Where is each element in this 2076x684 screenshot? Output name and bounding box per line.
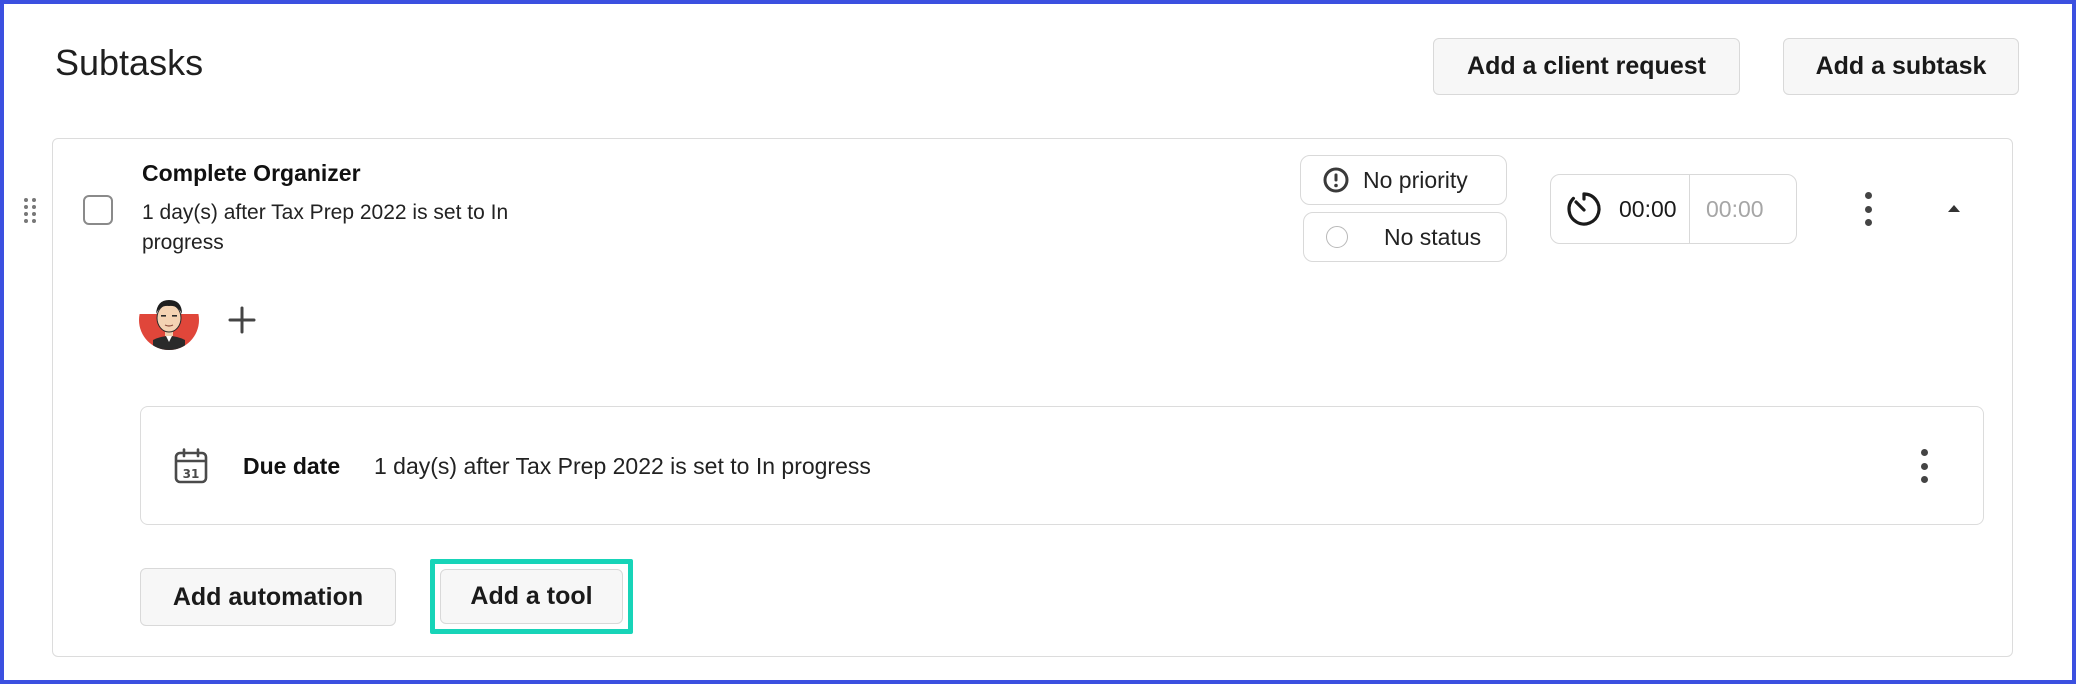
add-client-request-button[interactable]: Add a client request	[1433, 38, 1740, 95]
subtask-more-options-icon[interactable]	[1863, 192, 1873, 226]
priority-selector[interactable]: No priority	[1300, 155, 1507, 205]
add-tool-button[interactable]: Add a tool	[440, 569, 623, 624]
subtask-complete-checkbox[interactable]	[83, 195, 113, 225]
status-circle-icon	[1326, 226, 1348, 248]
calendar-icon: 31	[174, 448, 208, 489]
time-tracker: 00:00 00:00	[1550, 174, 1797, 244]
page-title: Subtasks	[55, 42, 204, 83]
exclamation-circle-icon	[1323, 167, 1349, 193]
add-assignee-plus-icon[interactable]	[226, 304, 258, 336]
stopwatch-icon[interactable]	[1565, 190, 1603, 228]
assignee-avatar[interactable]	[139, 290, 199, 350]
add-automation-button[interactable]: Add automation	[140, 568, 396, 626]
due-date-value: 1 day(s) after Tax Prep 2022 is set to I…	[374, 453, 871, 479]
status-selector[interactable]: No status	[1303, 212, 1507, 262]
status-label: No status	[1384, 223, 1482, 250]
due-date-more-options-icon[interactable]	[1919, 449, 1929, 483]
subtask-description: 1 day(s) after Tax Prep 2022 is set to I…	[142, 201, 509, 254]
priority-label: No priority	[1363, 166, 1468, 193]
timer-estimate[interactable]: 00:00	[1706, 196, 1764, 223]
svg-text:31: 31	[183, 467, 200, 481]
caret-up-icon[interactable]	[1946, 202, 1962, 221]
subtasks-panel: Subtasks Add a client request Add a subt…	[0, 0, 2076, 684]
add-subtask-button[interactable]: Add a subtask	[1783, 38, 2019, 95]
timer-elapsed[interactable]: 00:00	[1619, 196, 1689, 223]
due-date-label: Due date	[243, 453, 341, 479]
timer-divider	[1689, 175, 1690, 243]
drag-handle-icon[interactable]	[22, 196, 38, 226]
subtask-title[interactable]: Complete Organizer	[142, 160, 361, 187]
